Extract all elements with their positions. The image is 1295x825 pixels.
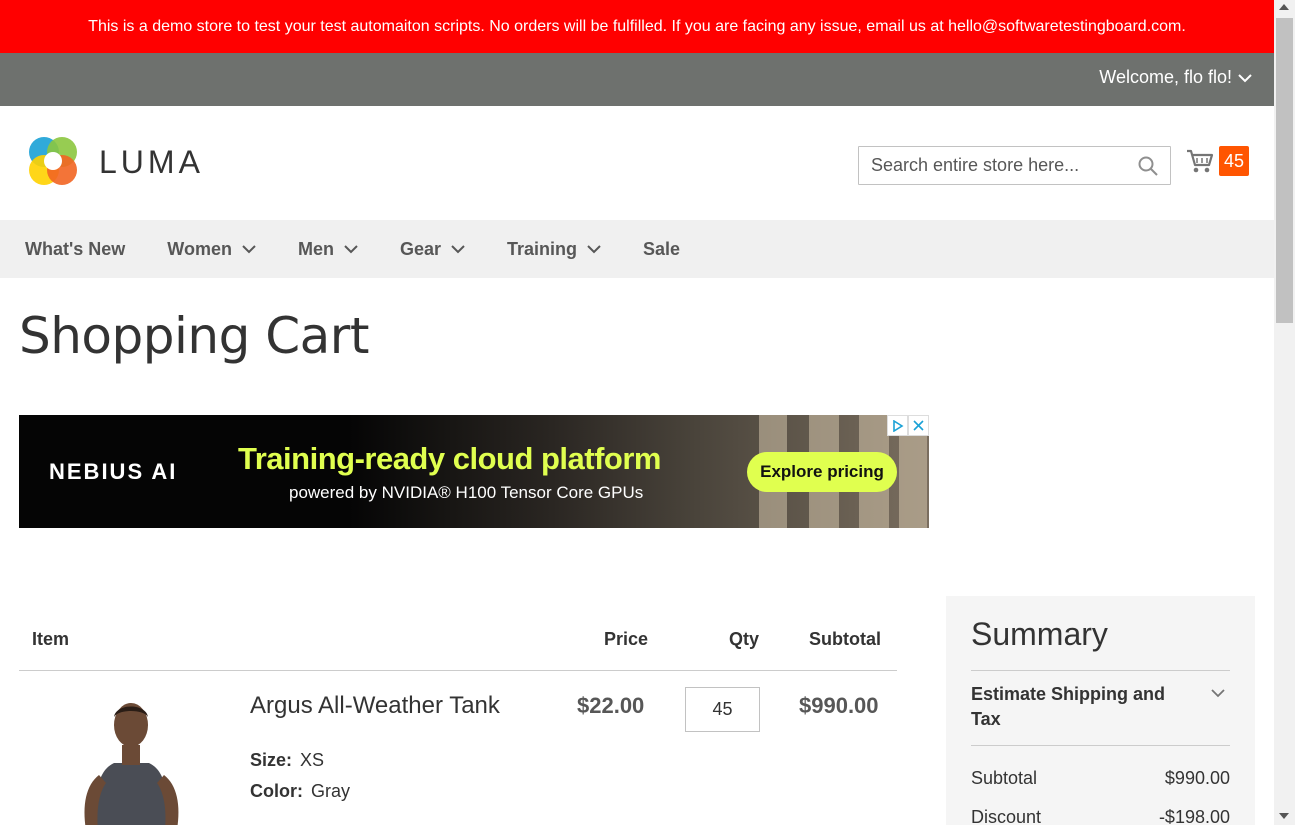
nav-item-sale[interactable]: Sale — [643, 239, 680, 260]
summary-row-subtotal: Subtotal $990.00 — [971, 768, 1230, 789]
luma-logo-icon — [29, 137, 77, 185]
main-navigation: What's New Women Men Gear Training Sale — [0, 220, 1274, 278]
minicart-link[interactable]: 45 — [1186, 146, 1249, 176]
search-input[interactable] — [859, 147, 1119, 184]
column-header-item: Item — [32, 629, 70, 649]
summary-divider — [971, 670, 1230, 671]
product-image[interactable] — [74, 695, 189, 825]
top-panel: Welcome, flo flo! — [0, 53, 1274, 106]
nav-item-training[interactable]: Training — [507, 239, 601, 260]
option-label: Size: — [250, 750, 293, 770]
nav-item-label: Women — [167, 238, 232, 259]
page-header: LUMA 45 — [0, 106, 1274, 220]
ad-brand: NEBIUS AI — [49, 459, 178, 484]
summary-row-discount: Discount -$198.00 — [971, 807, 1230, 825]
product-name-link[interactable]: Argus All-Weather Tank — [250, 692, 500, 720]
estimate-shipping-toggle[interactable]: Estimate Shipping and Tax — [971, 682, 1181, 732]
summary-value: -$198.00 — [1158, 807, 1230, 825]
product-option-size: Size: XS — [250, 750, 324, 771]
scrollbar-thumb[interactable] — [1276, 18, 1293, 323]
summary-divider — [971, 745, 1230, 746]
scroll-up-icon[interactable] — [1279, 4, 1289, 10]
nav-item-women[interactable]: Women — [167, 239, 256, 260]
chevron-down-icon[interactable] — [1211, 689, 1225, 698]
ad-choices — [887, 415, 929, 436]
chevron-down-icon — [587, 244, 601, 253]
search-icon[interactable] — [1138, 156, 1158, 176]
customer-menu-toggle[interactable]: Welcome, flo flo! — [1099, 67, 1252, 88]
nav-item-whats-new[interactable]: What's New — [25, 239, 125, 260]
cart-summary: Summary Estimate Shipping and Tax Subtot… — [946, 596, 1255, 825]
nav-item-men[interactable]: Men — [298, 239, 358, 260]
demo-notice-bar: This is a demo store to test your test a… — [0, 0, 1274, 53]
demo-notice-text: This is a demo store to test your test a… — [88, 17, 1186, 35]
summary-label: Subtotal — [971, 768, 1038, 788]
close-icon[interactable] — [908, 415, 929, 436]
chevron-down-icon — [242, 244, 256, 253]
qty-input[interactable] — [685, 687, 760, 732]
summary-value: $990.00 — [1164, 768, 1230, 788]
column-header-price: Price — [604, 629, 649, 649]
nav-item-label: Training — [507, 238, 578, 259]
page-title: Shopping Cart — [19, 307, 369, 365]
nav-item-label: Sale — [643, 238, 681, 259]
nav-item-gear[interactable]: Gear — [400, 239, 465, 260]
ad-banner[interactable]: NEBIUS AI Training-ready cloud platform … — [19, 415, 929, 528]
option-label: Color: — [250, 781, 303, 801]
welcome-text: Welcome, flo flo! — [1099, 67, 1232, 87]
nav-item-label: What's New — [25, 238, 126, 259]
cart-count-badge: 45 — [1219, 146, 1249, 176]
chevron-down-icon — [451, 244, 465, 253]
option-value: Gray — [311, 781, 351, 801]
summary-label: Discount — [971, 807, 1042, 825]
ad-cta-button[interactable]: Explore pricing — [747, 452, 897, 492]
page-scrollbar[interactable] — [1274, 0, 1295, 825]
summary-title: Summary — [971, 616, 1108, 652]
chevron-down-icon — [1238, 73, 1252, 82]
product-option-color: Color: Gray — [250, 781, 350, 802]
ad-subline: powered by NVIDIA® H100 Tensor Core GPUs — [289, 483, 644, 502]
scroll-down-icon[interactable] — [1279, 813, 1289, 819]
cart-icon — [1187, 149, 1214, 173]
column-header-qty: Qty — [729, 629, 760, 649]
nav-item-label: Men — [297, 238, 334, 259]
table-header-divider — [19, 670, 897, 671]
chevron-down-icon — [344, 244, 358, 253]
column-header-subtotal: Subtotal — [809, 629, 881, 649]
search-box[interactable] — [858, 146, 1171, 185]
item-price: $22.00 — [577, 693, 645, 718]
item-subtotal: $990.00 — [799, 693, 879, 718]
ad-headline: Training-ready cloud platform — [238, 441, 662, 476]
ad-info-icon[interactable] — [887, 415, 908, 436]
option-value: XS — [300, 750, 325, 770]
logo-text: LUMA — [99, 143, 204, 180]
nav-item-label: Gear — [399, 238, 441, 259]
logo-link[interactable]: LUMA — [25, 134, 204, 190]
